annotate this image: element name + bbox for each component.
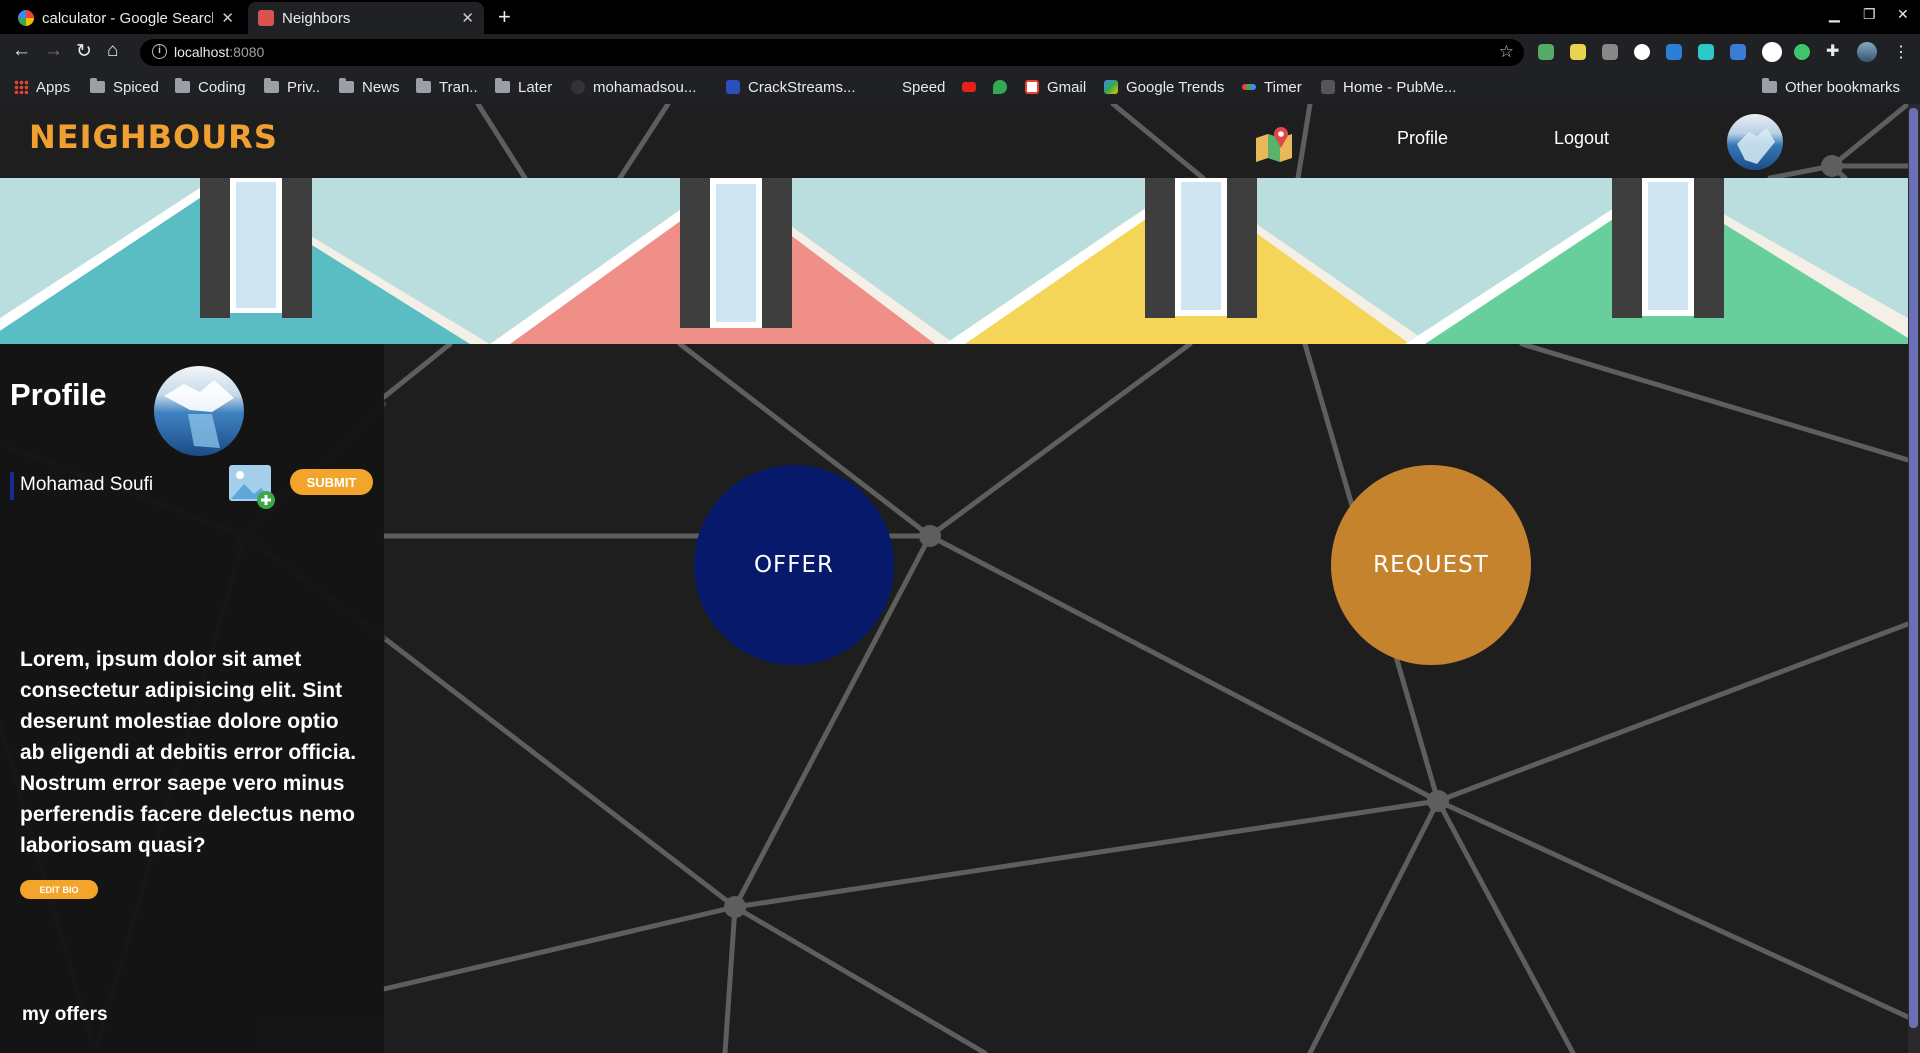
bookmark-pubmed[interactable]: Home - PubMe...: [1321, 77, 1456, 97]
bookmark-apps[interactable]: Apps: [14, 77, 70, 97]
folder-icon: [90, 78, 105, 93]
extension-icon[interactable]: [1538, 44, 1554, 60]
page-scrollbar[interactable]: [1908, 104, 1920, 1053]
bookmark-later[interactable]: Later: [495, 77, 552, 97]
profile-sidebar: Profile Mohamad Soufi SUBMIT Lorem, ipsu…: [0, 344, 384, 1053]
back-icon[interactable]: ←: [12, 40, 31, 62]
request-button[interactable]: REQUEST: [1331, 465, 1531, 665]
map-favicon-icon: [258, 10, 274, 26]
bookmark-github[interactable]: mohamadsou...: [571, 77, 696, 97]
browser-tabstrip: calculator - Google Search ✕ Neighbors ✕…: [0, 0, 1920, 34]
bookmark-timer[interactable]: Timer: [1242, 77, 1302, 97]
tab-calculator[interactable]: calculator - Google Search ✕: [8, 2, 244, 34]
reload-icon[interactable]: ↻: [76, 40, 92, 63]
site-icon: [726, 80, 740, 94]
offer-button[interactable]: OFFER: [694, 465, 894, 665]
new-tab-icon[interactable]: +: [498, 4, 511, 30]
bookmark-tran[interactable]: Tran..: [416, 77, 478, 97]
pubmed-icon: [1321, 80, 1335, 94]
trends-icon: [1104, 80, 1118, 94]
edit-bio-button[interactable]: EDIT BIO: [20, 880, 98, 899]
add-image-icon[interactable]: [228, 464, 278, 510]
extension-icon[interactable]: [1666, 44, 1682, 60]
extension-icon[interactable]: [1762, 42, 1782, 62]
page-viewport: NEIGHBOURS Profile Logout Profile Mohama…: [0, 104, 1920, 1053]
menu-kebab-icon[interactable]: ⋮: [1893, 42, 1909, 62]
extension-icon[interactable]: [1634, 44, 1650, 60]
map-icon[interactable]: [1254, 124, 1294, 164]
gmail-icon: [1025, 80, 1039, 94]
puzzle-icon[interactable]: ✚: [1826, 41, 1842, 60]
extension-icon[interactable]: [1794, 44, 1810, 60]
bookmark-spiced[interactable]: Spiced: [90, 77, 159, 97]
address-bar[interactable]: i localhost:8080 ☆: [140, 39, 1524, 66]
folder-icon: [339, 78, 354, 93]
colorful-houses-image: [0, 178, 1908, 344]
close-tab-icon[interactable]: ✕: [461, 9, 474, 27]
profile-avatar-icon[interactable]: [1857, 42, 1877, 62]
site-info-icon[interactable]: i: [152, 44, 167, 59]
houses-banner: [0, 178, 1908, 344]
extension-icon[interactable]: [1698, 44, 1714, 60]
close-tab-icon[interactable]: ✕: [221, 9, 234, 27]
user-name: Mohamad Soufi: [20, 474, 154, 495]
bookmark-priv[interactable]: Priv..: [264, 77, 320, 97]
extension-icon[interactable]: [1602, 44, 1618, 60]
timer-icon: [1242, 84, 1256, 90]
youtube-icon: [962, 82, 976, 92]
folder-icon: [1762, 78, 1777, 93]
my-offers-heading[interactable]: my offers: [22, 1004, 108, 1026]
app-header: NEIGHBOURS Profile Logout: [0, 104, 1908, 178]
bookmark-coding[interactable]: Coding: [175, 77, 246, 97]
browser-toolbar: ← → ↻ ⌂ i localhost:8080 ☆ ✚ ⋮: [0, 34, 1920, 70]
tab-neighbors[interactable]: Neighbors ✕: [248, 2, 484, 34]
forward-icon[interactable]: →: [44, 40, 63, 62]
tab-title: calculator - Google Search: [42, 9, 214, 27]
window-close-icon[interactable]: ✕: [1897, 6, 1909, 23]
bookmark-star-icon[interactable]: ☆: [1499, 42, 1514, 62]
bookmark-google-trends[interactable]: Google Trends: [1104, 77, 1224, 97]
home-icon[interactable]: ⌂: [107, 40, 118, 62]
folder-icon: [416, 78, 431, 93]
nav-profile-link[interactable]: Profile: [1397, 128, 1448, 149]
folder-icon: [175, 78, 190, 93]
google-icon: [18, 10, 34, 26]
maps-icon: [993, 80, 1007, 94]
minimize-icon[interactable]: ▁: [1829, 6, 1840, 23]
name-accent-bar: [10, 472, 14, 500]
bookmark-maps[interactable]: [993, 77, 1015, 97]
profile-avatar[interactable]: [154, 366, 244, 456]
profile-title: Profile: [10, 377, 107, 412]
extension-icon[interactable]: [1570, 44, 1586, 60]
bookmarks-bar: Apps Spiced Coding Priv.. News Tran.. La…: [0, 70, 1920, 104]
neighbours-logo[interactable]: NEIGHBOURS: [29, 118, 278, 156]
iceberg-image: [164, 380, 234, 448]
header-avatar[interactable]: [1727, 114, 1783, 170]
apps-grid-icon: [14, 80, 28, 94]
tab-title: Neighbors: [282, 9, 351, 27]
bookmark-speed[interactable]: Speed: [902, 77, 945, 97]
bio-text: Lorem, ipsum dolor sit amet consectetur …: [20, 648, 357, 857]
bookmark-gmail[interactable]: Gmail: [1025, 77, 1086, 97]
bookmark-youtube[interactable]: [962, 77, 984, 97]
maximize-icon[interactable]: ❐: [1863, 6, 1876, 23]
iceberg-image: [1737, 128, 1775, 164]
github-icon: [571, 80, 585, 94]
scroll-thumb[interactable]: [1909, 108, 1918, 1028]
bookmark-news[interactable]: News: [339, 77, 400, 97]
bookmark-crackstreams[interactable]: CrackStreams...: [726, 77, 856, 97]
extension-icon[interactable]: [1730, 44, 1746, 60]
bookmark-other[interactable]: Other bookmarks: [1762, 77, 1900, 97]
folder-icon: [495, 78, 510, 93]
nav-logout-link[interactable]: Logout: [1554, 128, 1609, 149]
submit-button[interactable]: SUBMIT: [290, 469, 373, 495]
address-text: localhost:8080: [174, 44, 265, 60]
folder-icon: [264, 78, 279, 93]
